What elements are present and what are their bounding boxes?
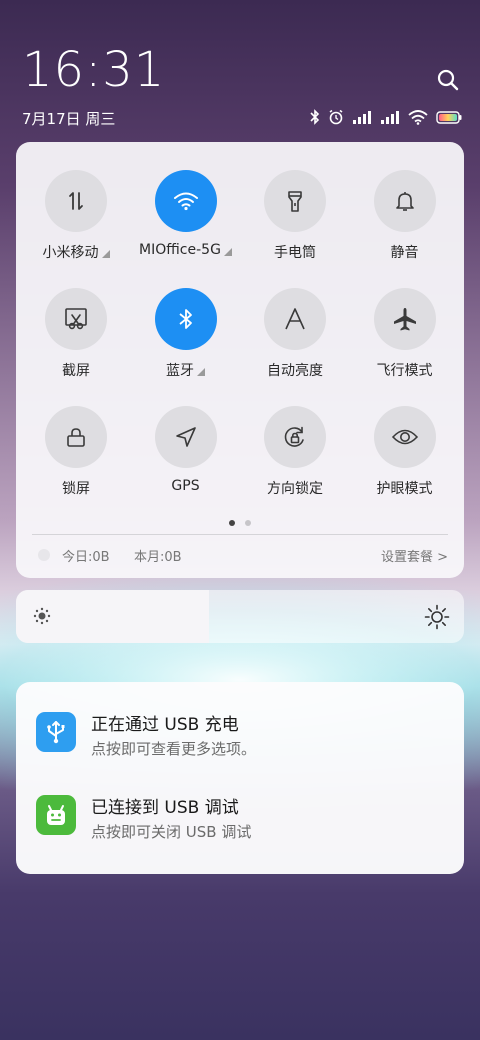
set-data-plan-link[interactable]: 设置套餐 > [381, 546, 448, 565]
bell-icon [393, 189, 417, 213]
tile-lock[interactable]: 锁屏 [24, 406, 128, 498]
data-transfer-icon [64, 189, 88, 213]
notification-text: 点按即可查看更多选项。 [91, 740, 257, 758]
tile-label: GPS [171, 478, 200, 494]
tile-label: 小米移动 [42, 245, 99, 261]
tile-label: 自动亮度 [267, 363, 323, 379]
bluetooth-status-icon [310, 109, 320, 125]
page-dot-1 [229, 520, 235, 526]
tile-label: 护眼模式 [376, 481, 433, 497]
tile-button[interactable] [154, 170, 217, 232]
tile-button[interactable] [373, 170, 436, 232]
expand-triangle-icon[interactable] [223, 248, 232, 256]
tile-button[interactable] [154, 288, 217, 350]
signal-icon-sim2 [381, 111, 399, 124]
tile-rotation-lock[interactable]: 方向锁定 [243, 406, 347, 498]
bluetooth-icon [177, 307, 195, 331]
tile-airplane[interactable]: 飞行模式 [353, 288, 457, 380]
notification-usb-debug[interactable]: 已连接到 USB 调试 点按即可关闭 USB 调试 [16, 783, 464, 847]
tile-location-arrow[interactable]: GPS [134, 406, 238, 494]
notification-title: 已连接到 USB 调试 [91, 798, 239, 818]
tile-button[interactable] [264, 288, 326, 350]
tile-wifi[interactable]: MIOffice-5G [134, 170, 238, 258]
tile-button[interactable] [373, 288, 436, 350]
notification-card: 正在通过 USB 充电 点按即可查看更多选项。 已连接到 USB 调试 点按即可… [16, 682, 464, 874]
status-icons [310, 108, 462, 126]
notification-title: 正在通过 USB 充电 [91, 715, 239, 735]
quick-settings-panel: 小米移动 MIOffice-5G 手电筒 静音截屏 蓝牙 自动亮度 飞行模式锁屏 GPS 方向锁… [16, 142, 464, 578]
rotation-lock-icon [282, 424, 308, 450]
data-usage-row: 今日:0B 本月:0B 设置套餐 > [38, 546, 448, 565]
wifi-icon [173, 190, 199, 212]
tile-button[interactable] [264, 406, 326, 468]
tile-bluetooth[interactable]: 蓝牙 [134, 288, 238, 380]
tile-label: 静音 [390, 245, 419, 261]
screenshot-icon [63, 306, 89, 332]
data-usage-today: 今日:0B [62, 550, 110, 565]
signal-icon-sim1 [353, 111, 371, 124]
tile-button[interactable] [45, 170, 107, 232]
location-arrow-icon [174, 425, 198, 449]
wifi-status-icon [408, 109, 428, 125]
brightness-high-icon [424, 604, 450, 630]
tile-screenshot[interactable]: 截屏 [24, 288, 128, 380]
tile-label: 截屏 [62, 363, 90, 379]
notification-text: 点按即可关闭 USB 调试 [91, 823, 252, 841]
tile-auto-brightness[interactable]: 自动亮度 [243, 288, 347, 380]
tile-label: 方向锁定 [267, 481, 323, 497]
page-dot-2 [245, 520, 251, 526]
tile-flashlight[interactable]: 手电筒 [243, 170, 347, 262]
tile-eye[interactable]: 护眼模式 [353, 406, 457, 498]
tile-bell[interactable]: 静音 [353, 170, 457, 262]
airplane-icon [392, 306, 418, 332]
tile-button[interactable] [373, 406, 436, 468]
page-indicator [16, 520, 464, 526]
battery-icon [436, 110, 462, 124]
tile-label: 锁屏 [62, 481, 90, 497]
tile-button[interactable] [154, 406, 217, 468]
tile-label: 蓝牙 [166, 363, 194, 379]
tile-label: MIOffice-5G [139, 242, 221, 258]
eye-icon [391, 425, 419, 449]
tile-button[interactable] [264, 170, 326, 232]
data-usage-icon [38, 549, 50, 561]
brightness-low-icon [33, 607, 51, 625]
lock-icon [64, 425, 88, 449]
clock-date: 7月17日 周三 [22, 110, 116, 128]
flashlight-icon [283, 188, 307, 214]
expand-triangle-icon[interactable] [197, 368, 205, 376]
android-debug-icon [36, 795, 76, 835]
tile-button[interactable] [45, 406, 107, 468]
alarm-icon [329, 109, 343, 125]
expand-triangle-icon[interactable] [101, 250, 110, 258]
brightness-slider[interactable] [16, 590, 464, 643]
clock-time: 16:31 [22, 42, 166, 98]
tile-label: 飞行模式 [376, 363, 433, 379]
data-usage-month: 本月:0B [134, 550, 182, 565]
notification-usb-charging[interactable]: 正在通过 USB 充电 点按即可查看更多选项。 [16, 700, 464, 764]
divider [32, 534, 448, 535]
search-icon[interactable] [436, 68, 460, 92]
usb-icon [36, 712, 76, 752]
tile-label: 手电筒 [274, 245, 316, 261]
tile-button[interactable] [45, 288, 107, 350]
auto-brightness-icon [282, 306, 308, 332]
tile-data-transfer[interactable]: 小米移动 [24, 170, 128, 262]
